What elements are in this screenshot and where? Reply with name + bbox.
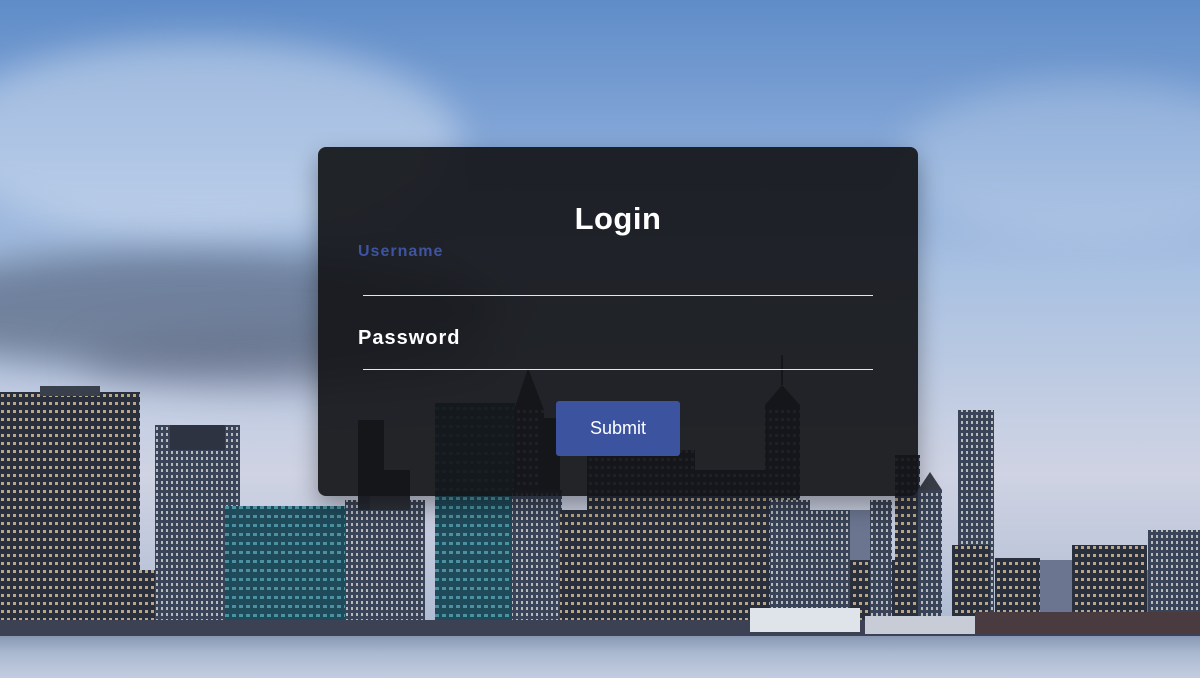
- login-title: Login: [574, 201, 662, 236]
- submit-button[interactable]: Submit: [556, 401, 680, 456]
- username-input[interactable]: [363, 270, 873, 296]
- river-water: [0, 636, 1200, 678]
- password-input[interactable]: [363, 344, 873, 370]
- username-label: Username: [358, 243, 444, 260]
- login-page: Login Username Password Submit: [0, 0, 1200, 678]
- login-card: Login Username Password Submit: [318, 147, 918, 496]
